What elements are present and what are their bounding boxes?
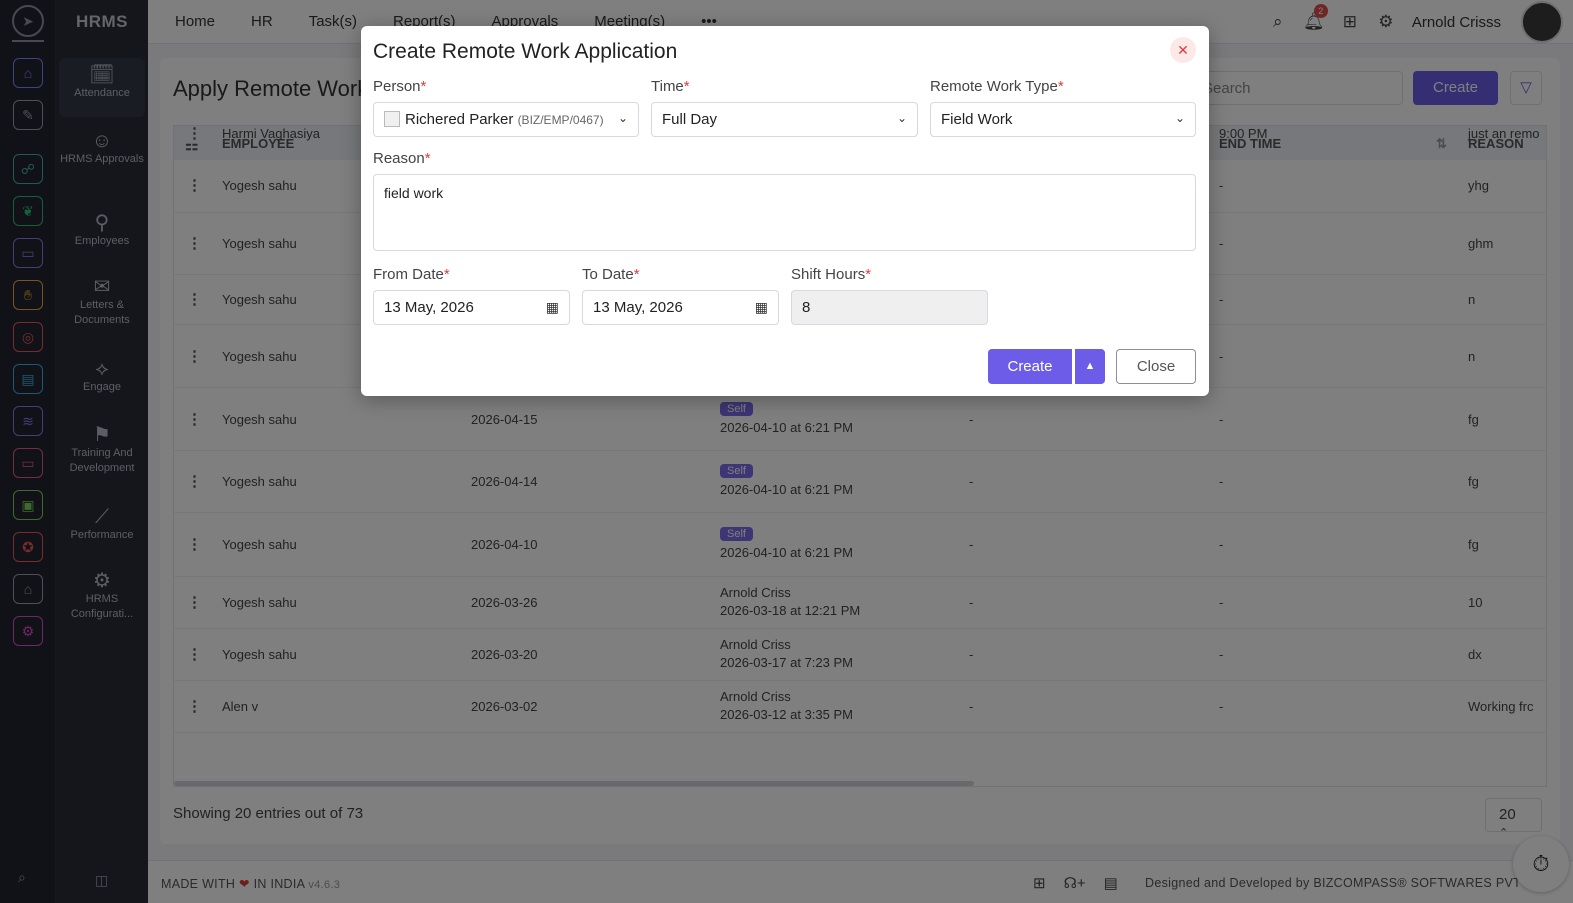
reason-label-text: Reason <box>373 150 425 167</box>
caret-up-icon[interactable]: ▲ <box>1075 349 1105 384</box>
from-date-value: 13 May, 2026 <box>384 299 474 316</box>
hours-label-text: Shift Hours <box>791 266 866 283</box>
create-remote-work-modal: Create Remote Work Application ✕ Person*… <box>361 26 1209 396</box>
reason-label: Reason* <box>373 150 431 167</box>
required-mark: * <box>424 150 431 167</box>
from-date-field[interactable]: 13 May, 2026 ▦ <box>373 290 570 325</box>
to-date-field[interactable]: 13 May, 2026 ▦ <box>582 290 779 325</box>
create-button[interactable]: Create <box>988 349 1072 384</box>
time-label: Time* <box>651 78 690 95</box>
chevron-down-icon: ⌄ <box>617 111 628 125</box>
to-date-label: To Date* <box>582 266 640 283</box>
type-label-text: Remote Work Type <box>930 78 1058 95</box>
required-mark: * <box>1057 78 1064 95</box>
calendar-icon[interactable]: ▦ <box>546 299 559 316</box>
required-mark: * <box>865 266 872 283</box>
person-label: Person* <box>373 78 426 95</box>
chevron-down-icon: ⌄ <box>1174 111 1185 125</box>
required-mark: * <box>420 78 427 95</box>
time-label-text: Time <box>651 78 684 95</box>
to-label-text: To Date <box>582 266 634 283</box>
remote-work-type-select[interactable]: Field Work ⌄ <box>930 102 1196 137</box>
reason-textarea[interactable]: field work <box>373 174 1196 251</box>
modal-title: Create Remote Work Application <box>373 40 678 63</box>
from-date-label: From Date* <box>373 266 450 283</box>
person-name: Richered Parker <box>405 111 514 128</box>
shift-hours-field: 8 <box>791 290 988 325</box>
close-button[interactable]: Close <box>1116 349 1196 384</box>
required-mark: * <box>443 266 450 283</box>
required-mark: * <box>633 266 640 283</box>
time-select[interactable]: Full Day ⌄ <box>651 102 918 137</box>
close-icon[interactable]: ✕ <box>1170 37 1196 63</box>
remote-work-type-label: Remote Work Type* <box>930 78 1064 95</box>
person-code: (BIZ/EMP/0467) <box>517 113 604 127</box>
calendar-icon[interactable]: ▦ <box>755 299 768 316</box>
person-label-text: Person <box>373 78 421 95</box>
required-mark: * <box>683 78 690 95</box>
person-select[interactable]: Richered Parker (BIZ/EMP/0467) ⌄ <box>373 102 639 137</box>
time-value: Full Day <box>662 111 718 128</box>
shift-hours-label: Shift Hours* <box>791 266 871 283</box>
to-date-value: 13 May, 2026 <box>593 299 683 316</box>
from-label-text: From Date <box>373 266 444 283</box>
chevron-down-icon: ⌄ <box>896 111 907 125</box>
type-value: Field Work <box>941 111 1013 128</box>
person-image-icon <box>384 111 400 127</box>
